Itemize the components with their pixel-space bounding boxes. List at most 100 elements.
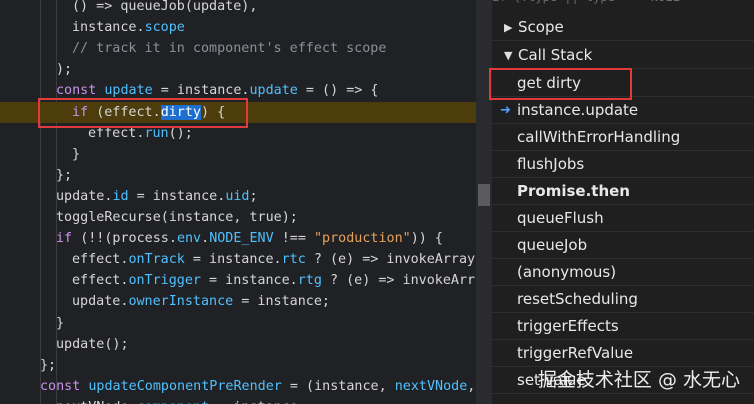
code-token: if (56, 231, 81, 247)
call-stack-frame[interactable]: callWithErrorHandling (492, 124, 754, 151)
watermark: 掘金技术社区 @ 水无心 (537, 369, 740, 391)
code-token: = instance; (233, 294, 330, 310)
code-line[interactable]: update.id = instance.uid; (0, 186, 476, 207)
scope-section-header[interactable]: ▶ Scope (492, 14, 754, 41)
code-token: = (instance, (281, 378, 395, 394)
frame-label: (anonymous) (517, 263, 617, 281)
code-token: () => queueJob(update), (72, 0, 258, 14)
code-token: = instance. (184, 252, 282, 268)
current-frame-arrow-icon: ➜ (500, 103, 511, 118)
code-token: update. (72, 294, 129, 310)
code-token: }; (40, 357, 57, 373)
code-token: onTrigger (128, 273, 201, 289)
code-token: const (40, 378, 89, 394)
code-token: } (56, 315, 65, 331)
call-stack-section-header[interactable]: ▼ Call Stack (492, 42, 754, 69)
code-token: "production" (314, 231, 411, 247)
code-line[interactable]: } (0, 313, 476, 334)
code-token: scope (144, 20, 185, 36)
get-dirty-annotation-box (489, 68, 632, 100)
code-line[interactable]: }; (0, 355, 476, 376)
code-token: } (72, 146, 81, 162)
code-token: updateComponentPreRender (88, 378, 282, 394)
code-editor[interactable]: () => queueJob(update), instance.scope // … (0, 0, 476, 404)
call-stack-frame[interactable]: queueJob (492, 232, 754, 259)
frame-label: queueFlush (517, 209, 604, 227)
call-stack-frame[interactable]: triggerEffects (492, 313, 754, 340)
code-line[interactable]: } (0, 144, 476, 165)
code-token: onTrack (128, 252, 185, 268)
code-token: id (112, 188, 129, 204)
code-token: = instance; (209, 400, 306, 404)
code-token: effect. (72, 273, 129, 289)
chevron-right-icon: ▶ (504, 21, 513, 34)
code-token: // track it in component's effect scope (72, 41, 387, 57)
code-token: = () => { (297, 83, 379, 99)
code-token: (!!(process. (80, 231, 177, 247)
code-token: !== (273, 231, 314, 247)
code-line[interactable]: }; (0, 165, 476, 186)
frame-label: flushJobs (517, 155, 585, 173)
code-token: ? (e) => invokeArray (305, 252, 476, 268)
code-token: ; (249, 188, 258, 204)
code-token: component (137, 400, 210, 404)
code-token: rtg (297, 273, 322, 289)
call-stack-frame[interactable]: (anonymous) (492, 259, 754, 286)
code-line[interactable]: nextVNode.component = instance; (0, 397, 476, 404)
code-token: rtc (281, 252, 306, 268)
code-token: update(); (56, 336, 129, 352)
code-token: )) { (410, 231, 443, 247)
call-stack-frame[interactable]: ➜ instance.update (492, 97, 754, 124)
code-token: update (249, 83, 298, 99)
code-token: NODE_ENV (209, 231, 274, 247)
debugger-panel: if (!type || type === NULL ▶ Scope ▼ Cal… (492, 0, 754, 404)
call-stack-frame[interactable]: queueFlush (492, 205, 754, 232)
code-token: , (467, 378, 476, 394)
code-token: }; (56, 167, 73, 183)
call-stack-frame[interactable]: resetScheduling (492, 286, 754, 313)
frame-label: resetScheduling (517, 290, 638, 308)
code-token: instance. (72, 20, 145, 36)
code-line[interactable]: const updateComponentPreRender = (instan… (0, 376, 476, 397)
code-token: update. (56, 188, 113, 204)
code-token: ? (e) => invokeArr (321, 273, 476, 289)
frame-label: triggerEffects (517, 317, 619, 335)
code-token: ); (56, 62, 73, 78)
frame-label: callWithErrorHandling (517, 128, 681, 146)
code-token: = instance. (152, 83, 250, 99)
editor-scrollbar[interactable] (476, 0, 492, 404)
code-line[interactable]: () => queueJob(update), (0, 0, 476, 17)
dirty-annotation-box (38, 98, 248, 128)
call-stack-frame[interactable]: triggerRefValue (492, 340, 754, 367)
async-separator: Promise.then (492, 178, 754, 205)
code-token: uid (225, 188, 250, 204)
code-line[interactable]: update(); (0, 334, 476, 355)
code-line[interactable]: instance.scope (0, 17, 476, 38)
code-line[interactable]: effect.onTrigger = instance.rtg ? (e) =>… (0, 270, 476, 291)
code-token: env (176, 231, 202, 247)
code-token: effect. (72, 252, 129, 268)
frame-label: instance.update (517, 101, 639, 119)
chevron-down-icon: ▼ (504, 49, 513, 62)
code-token: nextVNode (394, 378, 468, 394)
code-line[interactable]: update.ownerInstance = instance; (0, 291, 476, 312)
code-line[interactable]: ); (0, 59, 476, 80)
call-stack-frame[interactable]: flushJobs (492, 151, 754, 178)
truncated-code-line: if (!type || type === NULL (492, 0, 754, 8)
code-line[interactable]: if (!!(process.env.NODE_ENV !== "product… (0, 228, 476, 249)
code-token: toggleRecurse(instance, true); (56, 210, 298, 225)
code-token: = instance. (201, 273, 298, 289)
code-token: update (104, 83, 153, 99)
code-token: ownerInstance (128, 294, 234, 310)
frame-label: queueJob (517, 236, 588, 254)
code-token: const (56, 83, 105, 99)
code-token: nextVNode. (56, 400, 137, 404)
code-line[interactable]: toggleRecurse(instance, true); (0, 207, 476, 228)
frame-label: Promise.then (517, 182, 630, 200)
scrollbar-thumb[interactable] (478, 184, 490, 206)
code-token: . (201, 231, 210, 247)
code-token: = instance. (128, 188, 226, 204)
code-line[interactable]: // track it in component's effect scope (0, 38, 476, 59)
code-line[interactable]: effect.onTrack = instance.rtc ? (e) => i… (0, 249, 476, 270)
frame-label: triggerRefValue (517, 344, 634, 362)
